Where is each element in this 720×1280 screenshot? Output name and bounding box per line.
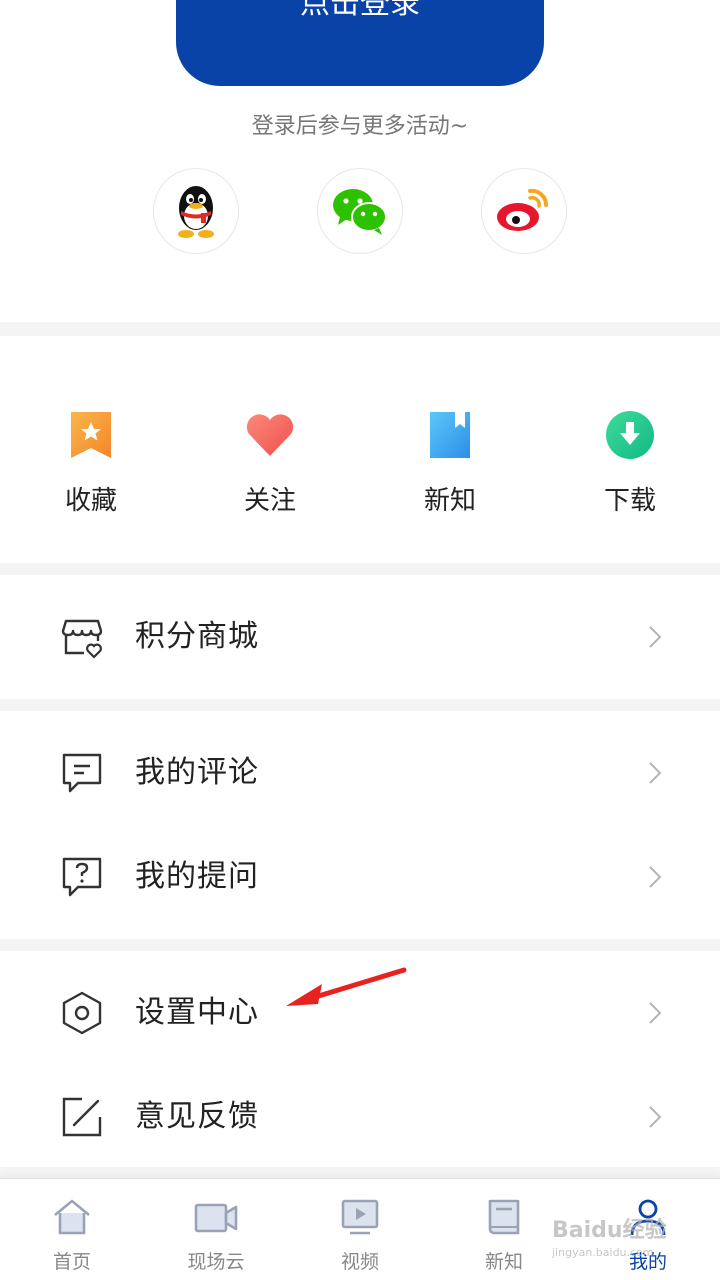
heart-icon	[246, 414, 294, 456]
menu-label-my-comments: 我的评论	[135, 755, 259, 790]
quick-download[interactable]: 下载	[570, 408, 690, 517]
login-section: 点击登录 登录后参与更多活动~	[0, 0, 720, 322]
menu-row-feedback[interactable]: 意见反馈	[0, 1065, 720, 1169]
watermark-subtitle: jingyan.baidu.com	[552, 1246, 654, 1259]
tab-xinzhi[interactable]: 新知	[449, 1195, 559, 1274]
edit-icon	[62, 1097, 102, 1137]
menu-group-my: 我的评论 我的提问	[0, 711, 720, 939]
qq-penguin-icon	[178, 186, 214, 238]
qq-login-button[interactable]	[153, 168, 239, 254]
wechat-icon	[333, 189, 387, 235]
quick-follow[interactable]: 关注	[210, 408, 330, 517]
comment-icon	[62, 753, 102, 793]
chevron-right-icon	[649, 866, 662, 888]
book-bookmark-icon	[430, 412, 470, 458]
tab-live-cloud-label: 现场云	[187, 1251, 245, 1273]
login-hint: 登录后参与更多活动~	[251, 114, 469, 139]
tab-live-cloud[interactable]: 现场云	[161, 1195, 271, 1274]
quick-follow-label: 关注	[243, 486, 296, 516]
chevron-right-icon	[649, 1106, 662, 1128]
chevron-right-icon	[649, 626, 662, 648]
menu-row-my-comments[interactable]: 我的评论	[0, 721, 720, 825]
tab-home[interactable]: 首页	[17, 1195, 127, 1274]
weibo-login-button[interactable]	[481, 168, 567, 254]
quick-favorites-label: 收藏	[64, 486, 117, 516]
chevron-right-icon	[649, 1002, 662, 1024]
quick-xinzhi[interactable]: 新知	[390, 408, 510, 517]
quick-download-label: 下载	[603, 486, 656, 516]
menu-rows-wrapper: 我的评论 我的提问	[0, 711, 720, 939]
menu-label-my-questions: 我的提问	[135, 859, 259, 894]
baidu-watermark: Baidu经验 jingyan.baidu.com	[552, 1212, 712, 1272]
annotation-arrow	[286, 967, 407, 1006]
menu-label-feedback: 意见反馈	[135, 1099, 259, 1134]
tab-video-label: 视频	[340, 1251, 379, 1273]
menu-label-settings-center: 设置中心	[135, 995, 259, 1030]
question-icon	[62, 857, 102, 897]
favorite-star-bookmark-icon	[71, 412, 111, 458]
tab-video[interactable]: 视频	[305, 1195, 415, 1274]
menu-row-my-questions[interactable]: 我的提问	[0, 825, 720, 929]
book-icon	[488, 1199, 520, 1235]
menu-row-points-mall[interactable]: 积分商城	[0, 575, 720, 699]
watermark-title: Baidu经验	[552, 1218, 667, 1243]
download-icon	[606, 411, 654, 459]
video-camera-icon	[194, 1203, 238, 1233]
login-button[interactable]: 点击登录	[176, 0, 544, 86]
quick-actions: 收藏 关注 新知 下载	[0, 336, 720, 563]
chevron-right-icon	[649, 762, 662, 784]
menu-group-mall: 积分商城	[0, 575, 720, 699]
tab-home-label: 首页	[52, 1251, 91, 1273]
home-icon	[54, 1199, 90, 1235]
quick-xinzhi-label: 新知	[423, 486, 476, 516]
wechat-login-button[interactable]	[317, 168, 403, 254]
video-play-icon	[341, 1199, 379, 1235]
store-icon	[61, 619, 103, 659]
tab-xinzhi-label: 新知	[484, 1251, 523, 1273]
quick-favorites[interactable]: 收藏	[31, 408, 151, 517]
menu-label-points-mall: 积分商城	[135, 619, 259, 654]
weibo-icon	[497, 188, 549, 231]
settings-hexagon-icon	[62, 991, 102, 1035]
